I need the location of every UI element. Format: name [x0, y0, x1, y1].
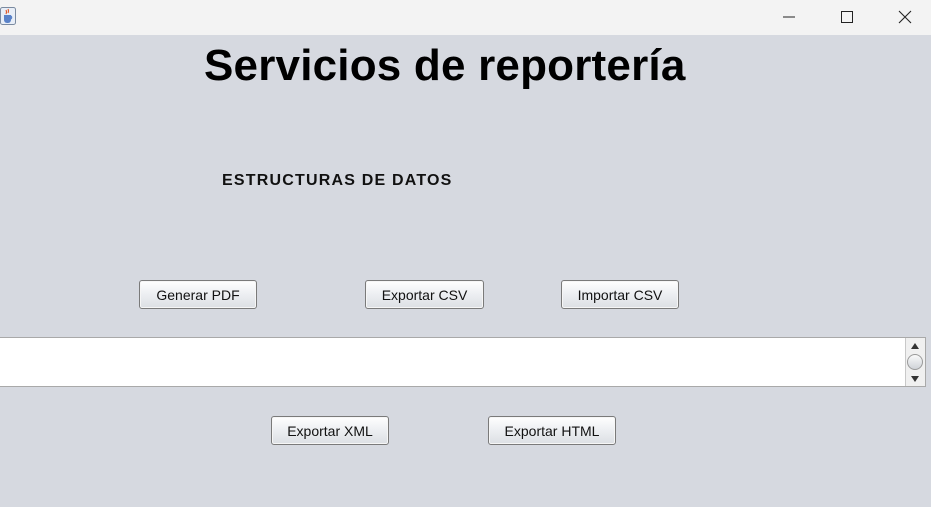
export-html-button[interactable]: Exportar HTML: [488, 416, 616, 445]
minimize-icon: [783, 11, 795, 23]
export-csv-button[interactable]: Exportar CSV: [365, 280, 484, 309]
java-cup-icon[interactable]: [0, 7, 16, 25]
close-icon: [898, 10, 912, 24]
vertical-scrollbar[interactable]: [905, 338, 925, 386]
maximize-icon: [841, 10, 853, 23]
scroll-up-arrow-icon[interactable]: [908, 340, 922, 352]
scroll-down-arrow-icon[interactable]: [908, 373, 922, 385]
page-title: Servicios de reportería: [204, 41, 686, 90]
main-panel: [0, 35, 931, 507]
window-titlebar: [0, 0, 931, 35]
close-button[interactable]: [876, 0, 931, 33]
generate-pdf-button[interactable]: Generar PDF: [139, 280, 257, 309]
import-csv-button[interactable]: Importar CSV: [561, 280, 679, 309]
maximize-button[interactable]: [818, 0, 876, 33]
section-subtitle: ESTRUCTURAS DE DATOS: [222, 172, 453, 189]
output-text-area[interactable]: [0, 337, 926, 387]
scrollbar-thumb[interactable]: [907, 354, 923, 370]
minimize-button[interactable]: [760, 0, 818, 33]
export-xml-button[interactable]: Exportar XML: [271, 416, 389, 445]
